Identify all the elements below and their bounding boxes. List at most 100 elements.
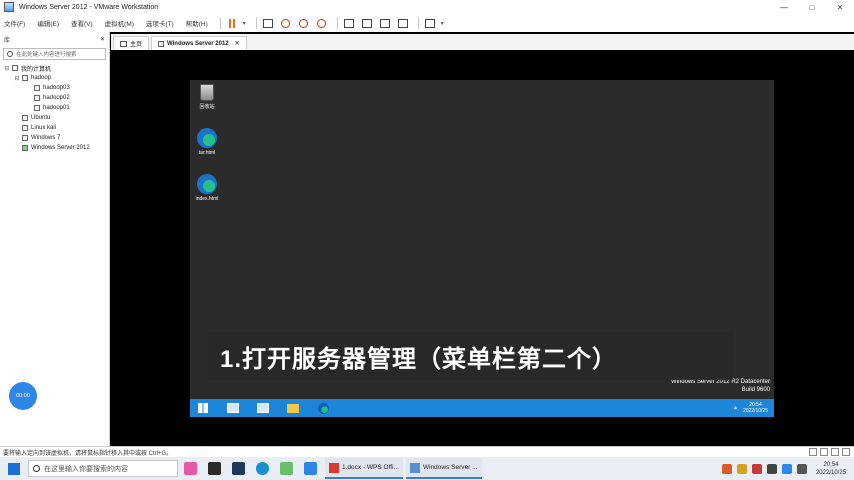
tray-app-icon[interactable] bbox=[736, 463, 747, 474]
pinned-app-1[interactable] bbox=[178, 457, 202, 480]
desktop-icon-label: tar.html bbox=[198, 150, 216, 156]
tree-item-hadoop03[interactable]: hadoop03 bbox=[0, 83, 109, 93]
revert-icon bbox=[299, 18, 309, 28]
close-button[interactable]: ✕ bbox=[826, 0, 854, 14]
search-icon bbox=[33, 465, 40, 472]
menu-file[interactable]: 文件(F) bbox=[0, 18, 25, 28]
library-search-placeholder: 在此处键入内容进行搜索 bbox=[16, 52, 77, 58]
library-icon bbox=[343, 18, 354, 28]
tree-item-windows-7[interactable]: Windows 7 bbox=[0, 133, 109, 143]
tree-item-hadoop02[interactable]: hadoop02 bbox=[0, 93, 109, 103]
tree-item-ubuntu[interactable]: Ubuntu bbox=[0, 113, 109, 123]
snapshot-manager-button[interactable] bbox=[315, 16, 329, 30]
windows-logo-icon bbox=[8, 462, 20, 475]
pause-button[interactable] bbox=[225, 16, 239, 30]
toolbar-separator bbox=[336, 17, 338, 29]
tree-item-windows-server-2012[interactable]: Windows Server 2012 bbox=[0, 143, 109, 153]
wps-icon bbox=[329, 462, 339, 473]
tray-app-icon[interactable] bbox=[766, 463, 777, 474]
volume-icon[interactable] bbox=[796, 463, 807, 474]
app-icon bbox=[303, 462, 317, 475]
collapse-icon[interactable]: ⊟ bbox=[14, 75, 20, 82]
minimize-button[interactable]: — bbox=[770, 0, 798, 14]
desktop-icon-index-html[interactable]: index.html bbox=[190, 174, 224, 202]
recycle-bin-icon bbox=[200, 84, 214, 101]
recording-timer-badge[interactable]: 00:00 bbox=[9, 382, 37, 410]
show-library-button[interactable] bbox=[342, 16, 356, 30]
vm-icon bbox=[22, 125, 28, 131]
guest-powershell-button[interactable] bbox=[250, 399, 276, 417]
guest-start-button[interactable] bbox=[190, 399, 216, 417]
vm-icon bbox=[158, 40, 165, 47]
pinned-edge[interactable] bbox=[250, 457, 274, 480]
toolbar-separator bbox=[417, 17, 419, 29]
window-title: Windows Server 2012 - VMware Workstation bbox=[19, 3, 159, 11]
task-view-icon bbox=[207, 462, 221, 475]
ide-icon bbox=[231, 462, 245, 475]
vm-tree: ⊟ 我的计算机 ⊟ hadoop hadoop03 hadoop02 hadoo… bbox=[0, 63, 109, 153]
collapse-icon[interactable]: ⊟ bbox=[4, 65, 10, 72]
pinned-task-view[interactable] bbox=[202, 457, 226, 480]
library-close-icon[interactable]: ✕ bbox=[100, 36, 105, 43]
send-ctrl-alt-del-button[interactable] bbox=[261, 16, 275, 30]
menu-help[interactable]: 帮助(H) bbox=[182, 18, 208, 28]
tab-label: 主页 bbox=[130, 42, 143, 48]
hard-disk-icon[interactable] bbox=[809, 448, 817, 456]
edge-browser-icon bbox=[255, 462, 269, 475]
vm-icon bbox=[22, 115, 28, 121]
sound-card-icon[interactable] bbox=[831, 448, 839, 456]
pinned-jetbrains[interactable] bbox=[226, 457, 250, 480]
full-screen-button[interactable] bbox=[378, 16, 392, 30]
console-icon bbox=[424, 18, 435, 28]
tab-windows-server-2012[interactable]: Windows Server 2012 ✕ bbox=[151, 36, 247, 50]
tree-item-hadoop[interactable]: ⊟ hadoop bbox=[0, 73, 109, 83]
pinned-app-6[interactable] bbox=[298, 457, 322, 480]
revert-snapshot-button[interactable] bbox=[297, 16, 311, 30]
host-search-box[interactable]: 在这里输入你要搜索的内容 bbox=[28, 460, 178, 477]
chevron-down-icon[interactable]: ▾ bbox=[441, 20, 444, 27]
guest-explorer-button[interactable] bbox=[280, 399, 306, 417]
tree-item-hadoop01[interactable]: hadoop01 bbox=[0, 103, 109, 113]
host-taskbar: 在这里输入你要搜索的内容 1.docx - WPS Offi... Window… bbox=[0, 457, 854, 480]
menu-edit[interactable]: 编辑(E) bbox=[33, 18, 59, 28]
tray-app-icon[interactable] bbox=[781, 463, 792, 474]
host-clock[interactable]: 20:54 2022/10/25 bbox=[816, 461, 846, 477]
host-start-button[interactable] bbox=[0, 457, 28, 480]
menu-view[interactable]: 查看(V) bbox=[67, 18, 93, 28]
thumbnail-button[interactable] bbox=[360, 16, 374, 30]
menu-tabs[interactable]: 选项卡(T) bbox=[142, 18, 174, 28]
menu-vm[interactable]: 虚拟机(M) bbox=[101, 18, 134, 28]
maximize-button[interactable]: □ bbox=[798, 0, 826, 14]
display-icon[interactable] bbox=[842, 448, 850, 456]
taskbar-app-vmware[interactable]: Windows Server ... bbox=[405, 458, 482, 479]
desktop-icon-recycle-bin[interactable]: 回收站 bbox=[190, 84, 224, 110]
snapshot-manager-icon bbox=[317, 18, 327, 28]
taskbar-app-wps[interactable]: 1.docx - WPS Offi... bbox=[325, 458, 403, 479]
tab-close-icon[interactable]: ✕ bbox=[235, 40, 240, 47]
window-controls: — □ ✕ bbox=[770, 0, 854, 14]
tree-item-linux-kali[interactable]: Linux kali bbox=[0, 123, 109, 133]
guest-edge-button[interactable] bbox=[310, 399, 336, 417]
vm-icon bbox=[22, 135, 28, 141]
desktop-icon-tar-html[interactable]: tar.html bbox=[190, 128, 224, 156]
tab-home[interactable]: 主页 bbox=[113, 36, 150, 50]
guest-clock[interactable]: 20:54 2022/10/25 bbox=[743, 402, 768, 414]
tree-item-label: Ubuntu bbox=[31, 115, 51, 121]
network-adapter-icon[interactable] bbox=[820, 448, 828, 456]
unity-icon bbox=[397, 18, 408, 28]
unity-button[interactable] bbox=[396, 16, 410, 30]
tray-app-icon[interactable] bbox=[751, 463, 762, 474]
tray-app-icon[interactable] bbox=[721, 463, 732, 474]
guest-clock-date: 2022/10/25 bbox=[742, 408, 768, 414]
full-screen-icon bbox=[379, 18, 390, 28]
console-view-button[interactable] bbox=[423, 16, 437, 30]
library-search-input[interactable]: 在此处键入内容进行搜索 bbox=[3, 48, 106, 60]
chevron-down-icon[interactable]: ▾ bbox=[243, 20, 246, 27]
tree-item-my-computer[interactable]: ⊟ 我的计算机 bbox=[0, 63, 109, 73]
guest-server-manager-button[interactable] bbox=[220, 399, 246, 417]
pinned-app-5[interactable] bbox=[274, 457, 298, 480]
snapshot-button[interactable] bbox=[279, 16, 293, 30]
tree-item-label: hadoop01 bbox=[43, 105, 70, 111]
tray-chevron-icon[interactable]: ▲ bbox=[733, 405, 738, 411]
vm-running-icon bbox=[22, 145, 28, 151]
